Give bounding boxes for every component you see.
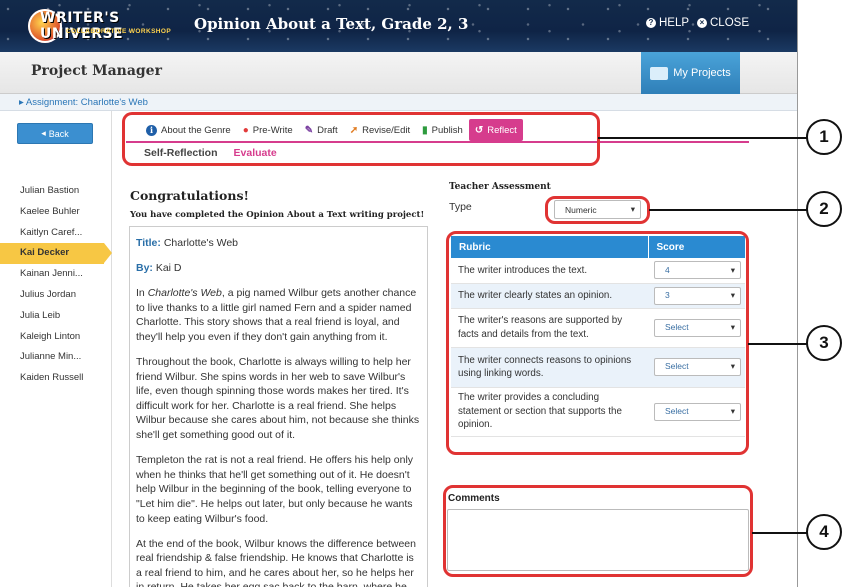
paragraph-1-prefix: In [136, 287, 148, 300]
callout-line-4 [752, 532, 807, 534]
essay-title: Charlotte's Web [163, 237, 239, 249]
close-circle-icon: × [697, 18, 707, 28]
student-item[interactable]: Kaleigh Linton [0, 327, 112, 348]
callout-number-3: 3 [806, 325, 842, 361]
student-item[interactable]: Kaelee Buhler [0, 202, 112, 223]
student-item[interactable]: Julian Bastion [0, 181, 112, 202]
completion-message: You have completed the Opinion About a T… [130, 210, 425, 220]
essay-author: Kai D [155, 262, 182, 275]
essay-author-line: By: Kai D [136, 261, 421, 276]
callout-line-1 [598, 137, 807, 139]
callout-number-4: 4 [806, 514, 842, 550]
app-window: WRITER'S UNIVERSE COLLABORATIVE WORKSHOP… [0, 0, 798, 587]
callout-number-1: 1 [806, 119, 842, 155]
highlight-box-rubric [446, 231, 749, 455]
highlight-box-tabs [122, 112, 600, 166]
highlight-box-comments [443, 485, 753, 577]
project-title: Opinion About a Text, Grade 2, 3 [194, 15, 469, 33]
back-button[interactable]: ◂ Back [17, 123, 93, 144]
by-label: By: [136, 262, 153, 275]
essay-paragraph-3: Templeton the rat is not a real friend. … [136, 454, 414, 525]
back-arrow-icon: ◂ [41, 128, 46, 138]
logo-title: WRITER'S UNIVERSE [40, 10, 124, 42]
student-item[interactable]: Julius Jordan [0, 285, 112, 306]
student-sidebar: ◂ Back Julian Bastion Kaelee Buhler Kaitly… [0, 111, 112, 587]
breadcrumb-bar: ▸ Assignment: Charlotte's Web [0, 94, 797, 111]
student-item[interactable]: Kai Decker [0, 243, 112, 265]
callout-line-3 [748, 343, 807, 345]
highlight-box-type [545, 196, 650, 224]
close-link[interactable]: × CLOSE [697, 17, 749, 29]
callout-line-2 [649, 209, 807, 211]
title-label: Title: [136, 237, 161, 249]
my-projects-label: My Projects [673, 67, 731, 79]
logo-subtitle: COLLABORATIVE WORKSHOP [66, 28, 172, 35]
student-item[interactable]: Kaitlyn Caref... [0, 223, 112, 244]
help-link[interactable]: ? HELP [646, 17, 689, 29]
folder-icon [650, 66, 669, 80]
close-label: CLOSE [710, 17, 749, 29]
question-icon: ? [646, 18, 656, 28]
breadcrumb-text: Assignment: Charlotte's Web [25, 97, 148, 108]
page-title: Project Manager [31, 63, 162, 79]
essay-paragraph-1: In Charlotte's Web, a pig named Wilbur g… [136, 286, 421, 344]
student-item[interactable]: Kainan Jenni... [0, 264, 112, 285]
back-label: Back [48, 128, 69, 139]
congratulations-heading: Congratulations! [130, 188, 249, 203]
callout-number-2: 2 [806, 191, 842, 227]
help-label: HELP [659, 17, 690, 29]
student-item[interactable]: Julia Leib [0, 306, 112, 327]
essay-paragraph-2: Throughout the book, Charlotte is always… [136, 356, 420, 442]
student-item[interactable]: Julianne Min... [0, 347, 112, 368]
essay-panel[interactable]: Title: Charlotte's Web By: Kai D In Char… [129, 226, 428, 587]
essay-title-line: Title: Charlotte's Web [136, 236, 421, 251]
top-header: WRITER'S UNIVERSE COLLABORATIVE WORKSHOP… [0, 0, 797, 52]
writers-universe-logo: WRITER'S UNIVERSE COLLABORATIVE WORKSHOP [28, 6, 178, 46]
breadcrumb[interactable]: ▸ Assignment: Charlotte's Web [19, 97, 148, 108]
book-title: Charlotte's Web [147, 287, 222, 300]
type-label: Type [449, 201, 472, 213]
student-item[interactable]: Kaiden Russell [0, 368, 112, 389]
essay-paragraph-4: At the end of the book, Wilbur knows the… [136, 537, 416, 587]
student-list: Julian Bastion Kaelee Buhler Kaitlyn Caref… [0, 181, 112, 389]
teacher-assessment-title: Teacher Assessment [449, 182, 551, 192]
my-projects-button[interactable]: My Projects [641, 52, 740, 94]
